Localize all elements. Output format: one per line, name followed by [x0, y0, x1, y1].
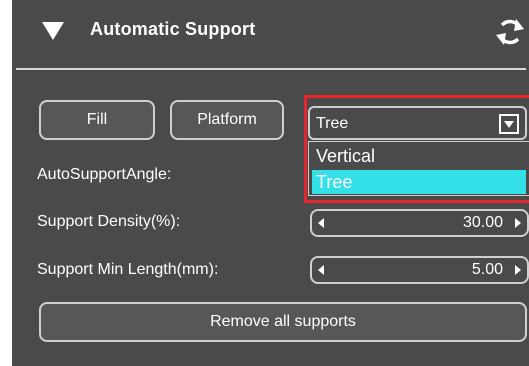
support-type-dropdown-list: Vertical Tree: [308, 141, 529, 196]
support-type-select[interactable]: Tree: [308, 106, 527, 140]
support-min-length-value[interactable]: 5.00: [472, 261, 503, 279]
support-type-selected-value: Tree: [316, 115, 349, 132]
header-divider: [16, 68, 526, 70]
support-density-spinbox[interactable]: 30.00: [310, 209, 529, 237]
platform-button[interactable]: Platform: [170, 100, 284, 140]
refresh-icon[interactable]: [494, 15, 526, 49]
increment-arrow-icon[interactable]: [515, 218, 521, 228]
chevron-down-icon[interactable]: [499, 114, 519, 134]
support-min-length-label: Support Min Length(mm):: [37, 261, 219, 278]
support-min-length-spinbox[interactable]: 5.00: [310, 256, 529, 284]
triangle-down-icon[interactable]: [42, 22, 64, 42]
fill-button[interactable]: Fill: [39, 100, 155, 140]
decrement-arrow-icon[interactable]: [318, 265, 324, 275]
auto-support-angle-label: AutoSupportAngle:: [37, 166, 172, 183]
increment-arrow-icon[interactable]: [515, 265, 521, 275]
panel-title: Automatic Support: [90, 19, 256, 39]
support-density-label: Support Density(%):: [37, 213, 181, 230]
decrement-arrow-icon[interactable]: [318, 218, 324, 228]
support-density-value[interactable]: 30.00: [463, 214, 503, 232]
dropdown-option-tree[interactable]: Tree: [312, 170, 526, 194]
remove-all-supports-button[interactable]: Remove all supports: [39, 302, 527, 342]
automatic-support-panel: Automatic Support Fill Platform Tree Ver…: [12, 0, 529, 366]
panel-header[interactable]: Automatic Support: [12, 0, 529, 68]
dropdown-option-vertical[interactable]: Vertical: [312, 144, 526, 168]
